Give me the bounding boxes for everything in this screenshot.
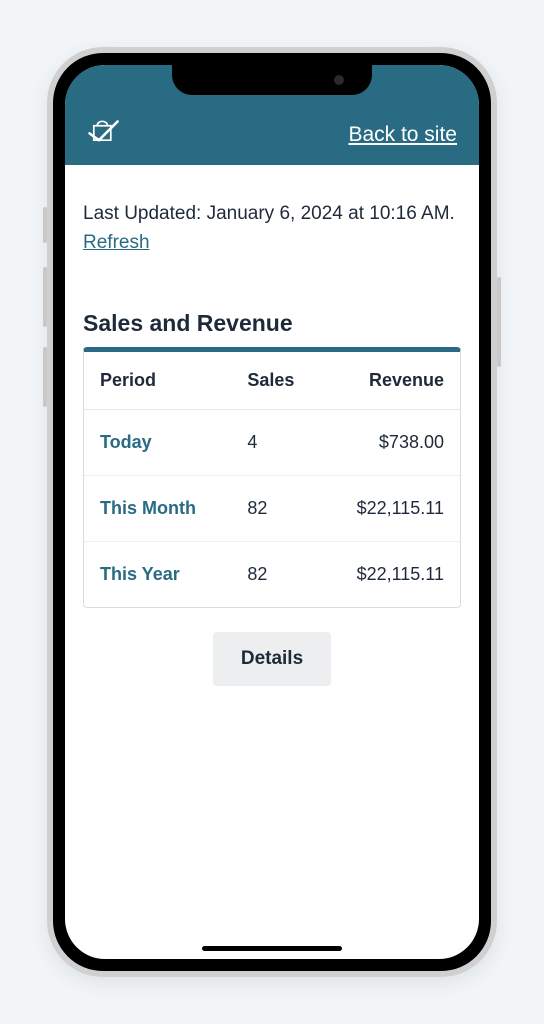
col-header-revenue: Revenue (322, 352, 460, 410)
period-cell[interactable]: This Month (84, 475, 231, 541)
phone-volume-down (43, 347, 47, 407)
sales-cell: 82 (231, 475, 322, 541)
period-cell[interactable]: This Year (84, 541, 231, 607)
section-title: Sales and Revenue (83, 310, 461, 337)
table-header-row: Period Sales Revenue (84, 352, 460, 410)
app-logo-icon (87, 113, 121, 147)
table-row: This Year 82 $22,115.11 (84, 541, 460, 607)
period-cell[interactable]: Today (84, 410, 231, 475)
revenue-cell: $738.00 (322, 410, 460, 475)
col-header-period: Period (84, 352, 231, 410)
last-updated-text: Last Updated: January 6, 2024 at 10:16 A… (83, 201, 461, 228)
revenue-cell: $22,115.11 (322, 475, 460, 541)
refresh-link[interactable]: Refresh (83, 232, 150, 254)
back-to-site-link[interactable]: Back to site (348, 123, 457, 147)
phone-screen: Back to site Last Updated: January 6, 20… (65, 65, 479, 959)
details-button[interactable]: Details (213, 632, 331, 686)
revenue-cell: $22,115.11 (322, 541, 460, 607)
phone-volume-up (43, 267, 47, 327)
phone-mute-switch (43, 207, 47, 243)
details-button-wrap: Details (83, 632, 461, 686)
phone-frame: Back to site Last Updated: January 6, 20… (47, 47, 497, 977)
content-area: Last Updated: January 6, 2024 at 10:16 A… (65, 165, 479, 686)
phone-bezel: Back to site Last Updated: January 6, 20… (53, 53, 491, 971)
sales-cell: 82 (231, 541, 322, 607)
table-row: This Month 82 $22,115.11 (84, 475, 460, 541)
home-indicator (202, 946, 342, 951)
sales-revenue-table: Period Sales Revenue Today 4 $738.00 Thi… (83, 347, 461, 608)
phone-notch (172, 65, 372, 95)
sales-cell: 4 (231, 410, 322, 475)
table-row: Today 4 $738.00 (84, 410, 460, 475)
col-header-sales: Sales (231, 352, 322, 410)
phone-power-button (497, 277, 501, 367)
